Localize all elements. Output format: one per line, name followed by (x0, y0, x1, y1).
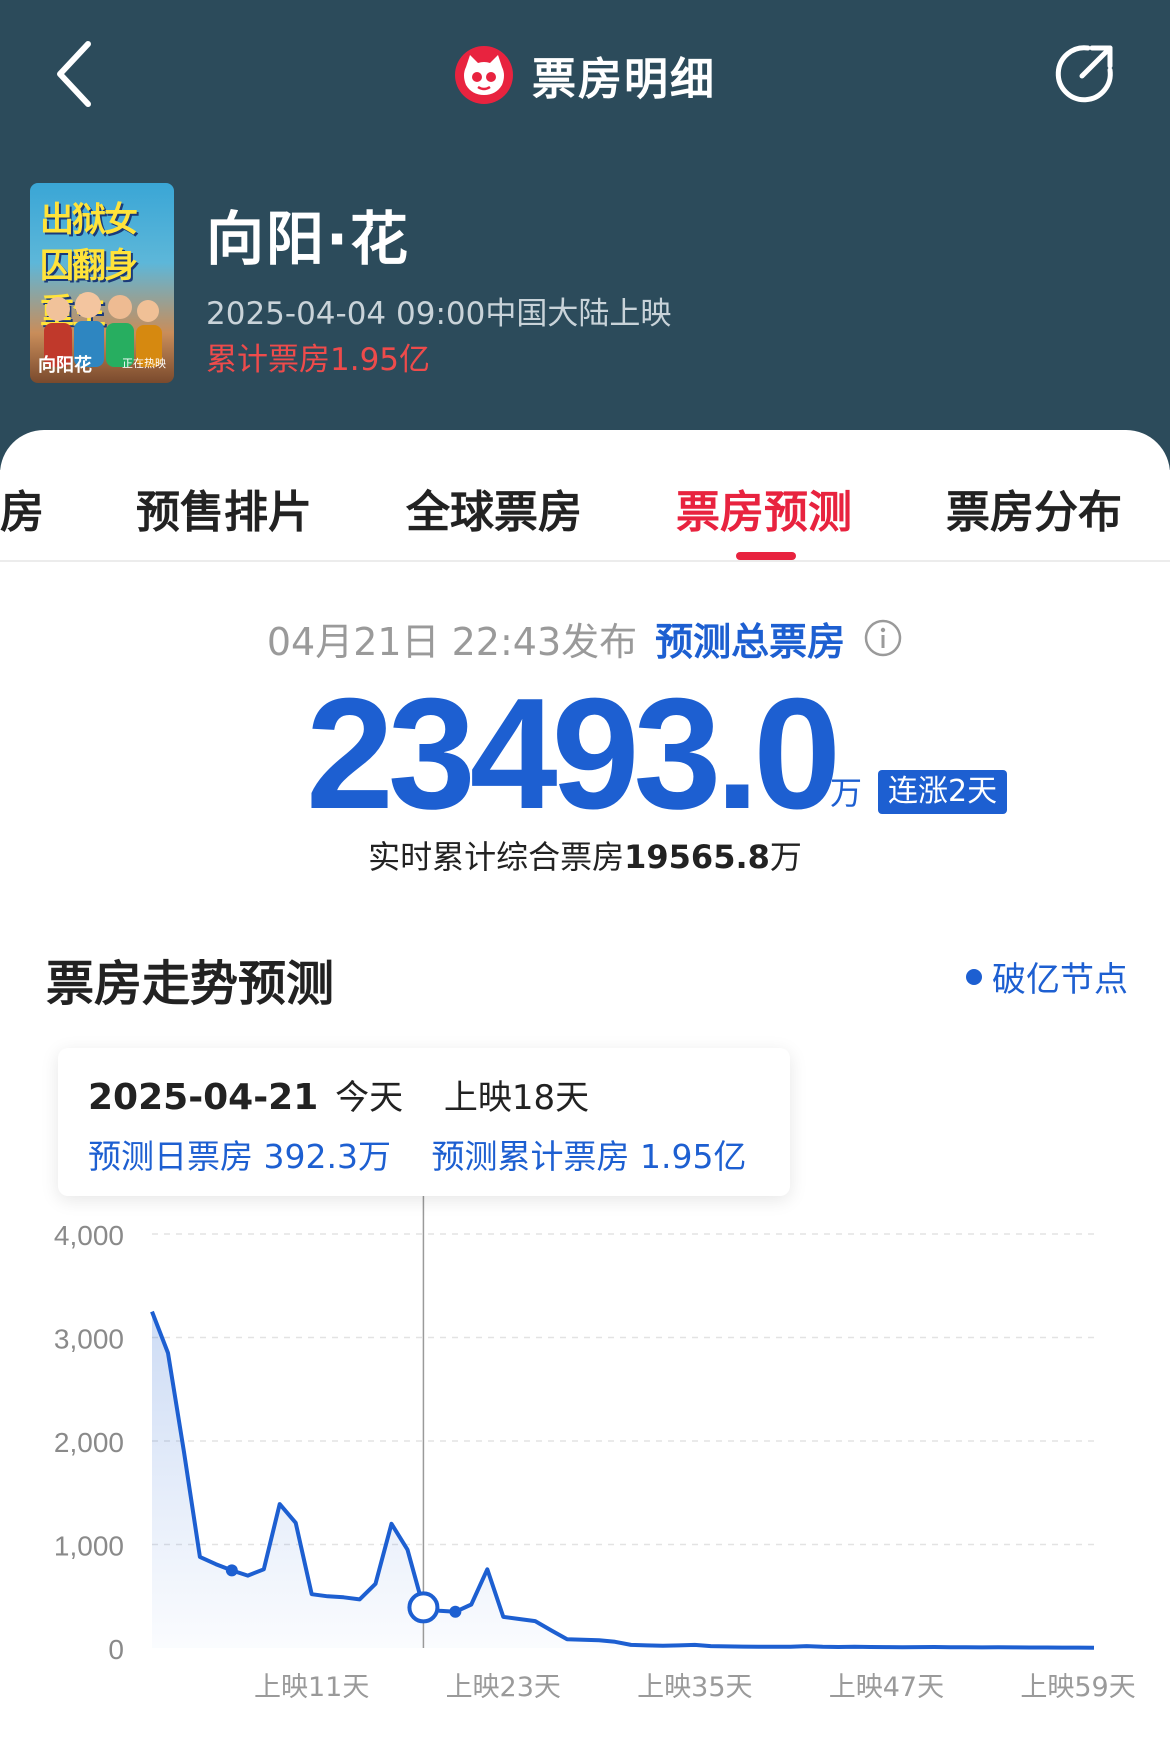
tab-box-office-distribution[interactable]: 票房分布 (946, 476, 1122, 540)
milestone-point (225, 1564, 238, 1577)
y-tick-label: 3,000 (54, 1324, 124, 1355)
active-tab-indicator (736, 552, 796, 560)
movie-title: 向阳·花 (206, 205, 411, 273)
forecast-header-row: 04月21日 22:43发布 预测总票房 (0, 610, 1170, 666)
poster-status: 正在热映 (122, 357, 166, 370)
tab-box-office-forecast[interactable]: 票房预测 (676, 476, 852, 540)
publish-time: 04月21日 22:43发布 (266, 619, 638, 664)
milestone-point (449, 1605, 462, 1618)
info-icon[interactable] (863, 618, 903, 658)
maoyan-cat-logo-icon (455, 46, 513, 104)
page-title: 票房明细 (532, 54, 716, 105)
tooltip-values-row: 预测日票房 392.3万 预测累计票房 1.95亿 (88, 1130, 746, 1178)
tab-bar: 房 预售排片 全球票房 票房预测 票房分布 (0, 430, 1170, 560)
x-tick-label: 上映47天 (829, 1672, 944, 1703)
forecast-total-value: 23493.0 (306, 666, 841, 842)
chart-tooltip: 2025-04-21 今天 上映18天 预测日票房 392.3万 预测累计票房 … (58, 1048, 790, 1196)
tooltip-date-row: 2025-04-21 今天 上映18天 (88, 1070, 589, 1119)
movie-release-info: 2025-04-04 09:00中国大陆上映 (206, 296, 672, 332)
tab-presale-schedule[interactable]: 预售排片 (136, 476, 312, 540)
y-tick-label: 1,000 (54, 1531, 124, 1562)
rise-streak-badge: 连涨2天 (878, 770, 1008, 814)
realtime-unit: 万 (769, 838, 802, 876)
tab-global-box-office[interactable]: 全球票房 (406, 476, 582, 540)
forecast-total-label: 预测总票房 (655, 619, 846, 664)
legend-dot-icon (966, 968, 982, 985)
box-office-trend-chart[interactable]: 4,000 3,000 2,000 1,000 0 上映11天 上映23天 上映35天 上映47… (0, 1190, 1170, 1763)
realtime-value: 19565.8 (624, 838, 770, 876)
legend-milestone[interactable]: 破亿节点 (966, 952, 1128, 1001)
tabs-divider (0, 560, 1170, 562)
tooltip-day: 上映18天 (443, 1078, 590, 1118)
top-nav-bar: 票房明细 (0, 0, 1170, 150)
y-tick-label: 2,000 (54, 1427, 124, 1458)
y-tick-label: 0 (108, 1634, 124, 1665)
y-tick-label: 4,000 (54, 1220, 124, 1251)
tooltip-daily: 预测日票房 392.3万 (88, 1137, 391, 1176)
selected-point (407, 1591, 440, 1624)
poster-title: 向阳花 (38, 355, 92, 376)
tooltip-today: 今天 (335, 1078, 404, 1118)
realtime-cumulative: 实时累计综合票房19565.8万 (0, 832, 1170, 878)
movie-total-box-office: 累计票房1.95亿 (206, 342, 431, 378)
share-icon[interactable] (1052, 40, 1118, 106)
series-area (152, 1311, 1094, 1648)
x-tick-label: 上映11天 (254, 1672, 369, 1703)
realtime-label: 实时累计综合票房 (368, 838, 625, 876)
legend-label: 破亿节点 (992, 960, 1128, 1000)
tab-partial-box-office[interactable]: 房 (0, 476, 44, 540)
x-tick-label: 上映35天 (637, 1672, 752, 1703)
x-tick-label: 上映23天 (446, 1672, 561, 1703)
tooltip-date: 2025-04-21 (88, 1077, 319, 1118)
trend-section-title: 票房走势预测 (46, 956, 335, 1012)
movie-poster[interactable]: 出狱女囚翻身重生 向阳花 正在热映 (30, 183, 174, 383)
tooltip-cumulative: 预测累计票房 1.95亿 (431, 1137, 747, 1176)
forecast-total-unit: 万 (830, 774, 863, 812)
x-tick-label: 上映59天 (1020, 1672, 1135, 1703)
